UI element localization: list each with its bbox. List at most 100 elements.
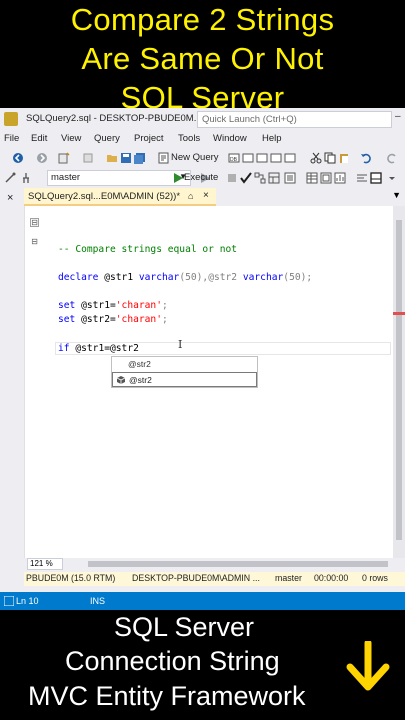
- svg-text:DB: DB: [230, 157, 238, 163]
- code-line-declare: declare @str1 varchar(50),@str2 varchar(…: [58, 272, 312, 283]
- footer-line-3: MVC Entity Framework: [28, 681, 306, 711]
- ssms-window: SQLQuery2.sql - DESKTOP-PBUDE0M... Quick…: [0, 108, 405, 610]
- set2-string: 'charan': [115, 314, 162, 325]
- menu-edit[interactable]: Edit: [31, 133, 47, 144]
- ssms-logo-icon: [4, 112, 18, 126]
- set1-string: 'charan': [115, 300, 162, 311]
- menu-help[interactable]: Help: [262, 133, 282, 144]
- open-folder-icon[interactable]: [106, 152, 118, 164]
- execute-icon[interactable]: [172, 172, 184, 184]
- menu-file[interactable]: File: [4, 133, 19, 144]
- paste-icon[interactable]: [338, 152, 350, 164]
- change-connection-icon[interactable]: [20, 172, 32, 184]
- status-line-number: Ln 10: [16, 596, 39, 606]
- tab-sqlquery2[interactable]: SQLQuery2.sql...E0M\ADMIN (52))* ⌂ ×: [24, 188, 216, 206]
- save-all-icon[interactable]: [134, 152, 146, 164]
- menu-bar: File Edit View Query Project Tools Windo…: [0, 130, 405, 148]
- estimated-plan-icon[interactable]: [254, 172, 266, 184]
- app-status-bar: Ln 10 INS: [0, 592, 405, 610]
- code-line-set-2: set @str2='charan';: [58, 314, 168, 325]
- database-select-value: master: [51, 172, 81, 183]
- status-insert-mode: INS: [90, 596, 106, 606]
- intellisense-popup: @str2 @str2: [111, 356, 258, 388]
- menu-project[interactable]: Project: [134, 133, 164, 144]
- include-plan-icon[interactable]: [320, 172, 332, 184]
- intellisense-item-selected[interactable]: @str2: [112, 372, 257, 387]
- status-server: PBUDE0M (15.0 RTM): [26, 573, 116, 583]
- arrow-down-icon: [346, 641, 390, 691]
- zoom-select[interactable]: 121 %: [27, 558, 63, 570]
- back-icon[interactable]: [12, 152, 24, 164]
- code-line-comment: -- Compare strings equal or not: [58, 244, 238, 255]
- set2-semicolon: ;: [161, 314, 168, 325]
- stop-icon[interactable]: [226, 172, 238, 184]
- keyword-set-2: set: [58, 314, 76, 325]
- status-row-count: 0 rows: [362, 573, 388, 583]
- mdx-query-icon[interactable]: [242, 152, 254, 164]
- database-engine-query-icon[interactable]: DB: [228, 152, 240, 164]
- status-database: master: [275, 573, 302, 583]
- copy-icon[interactable]: [324, 152, 336, 164]
- close-tab-icon[interactable]: ×: [203, 190, 209, 201]
- collapse-toggle-icon[interactable]: ⊟: [30, 218, 39, 227]
- new-query-button[interactable]: New Query: [171, 152, 219, 163]
- quick-launch-input[interactable]: Quick Launch (Ctrl+Q): [197, 111, 392, 128]
- comment-lines-icon[interactable]: [356, 172, 368, 184]
- declare-part-1: @str1: [98, 272, 139, 283]
- undo-icon[interactable]: [360, 152, 372, 164]
- results-to-text-icon[interactable]: [284, 172, 296, 184]
- save-icon[interactable]: [120, 152, 132, 164]
- database-select[interactable]: master ▼: [47, 170, 191, 186]
- vertical-scrollbar[interactable]: [393, 206, 405, 558]
- window-title: SQLQuery2.sql - DESKTOP-PBUDE0M...: [26, 113, 202, 124]
- toolbar-options-icon[interactable]: [4, 172, 16, 184]
- new-project-icon[interactable]: [58, 152, 70, 164]
- code-line-if: if @str1=@str2: [58, 343, 139, 354]
- intellisense-item[interactable]: @str2: [112, 357, 257, 372]
- sql-editor-toolbar: master ▼ Execute: [0, 168, 405, 188]
- query-status-bar: PBUDE0M (15.0 RTM) DESKTOP-PBUDE0M\ADMIN…: [24, 572, 405, 586]
- query-designer-icon[interactable]: [268, 172, 280, 184]
- keyword-set-1: set: [58, 300, 76, 311]
- pin-icon[interactable]: ⌂: [188, 191, 193, 201]
- editor-margin: ⊟ ⊟: [25, 206, 47, 558]
- document-tabs: SQLQuery2.sql...E0M\ADMIN (52))* ⌂ × ▼: [24, 188, 405, 206]
- scrollbar-change-marker: [393, 312, 405, 315]
- query-editor[interactable]: ⊟ ⊟ -- Compare strings equal or not decl…: [24, 206, 393, 558]
- new-query-icon[interactable]: [158, 152, 170, 164]
- horizontal-scroll-thumb[interactable]: [88, 561, 388, 567]
- footer-line-2: Connection String: [65, 646, 280, 676]
- toolbar-overflow-icon[interactable]: [386, 172, 398, 184]
- editor-bottom-bar: 121 %: [24, 558, 405, 570]
- client-stats-icon[interactable]: [334, 172, 346, 184]
- keyword-declare: declare: [58, 272, 99, 283]
- dmx-query-icon[interactable]: [256, 152, 268, 164]
- redo-icon[interactable]: [386, 152, 398, 164]
- title-bar: SQLQuery2.sql - DESKTOP-PBUDE0M... Quick…: [0, 108, 405, 130]
- tab-label: SQLQuery2.sql...E0M\ADMIN (52))*: [28, 191, 181, 202]
- ibeam-cursor-icon: I: [178, 338, 183, 351]
- menu-window[interactable]: Window: [213, 133, 247, 144]
- forward-icon[interactable]: [36, 152, 48, 164]
- menu-tools[interactable]: Tools: [178, 133, 200, 144]
- status-elapsed-time: 00:00:00: [314, 573, 349, 583]
- parse-check-icon[interactable]: [240, 172, 252, 184]
- results-pane-icon[interactable]: [370, 172, 382, 184]
- menu-query[interactable]: Query: [94, 133, 120, 144]
- dax-query-icon[interactable]: [284, 152, 296, 164]
- menu-view[interactable]: View: [61, 133, 81, 144]
- code-line-set-1: set @str1='charan';: [58, 300, 168, 311]
- window-minimize-button[interactable]: –: [395, 111, 403, 127]
- close-panel-icon[interactable]: ×: [7, 192, 13, 204]
- add-item-icon[interactable]: [82, 152, 94, 164]
- intellisense-item-label: @str2: [129, 375, 152, 385]
- results-to-grid-icon[interactable]: [306, 172, 318, 184]
- execute-button[interactable]: Execute: [184, 172, 218, 183]
- video-title-bottom: SQL Server Connection String MVC Entity …: [0, 610, 405, 720]
- tab-overflow-chevron-icon[interactable]: ▼: [392, 190, 401, 200]
- left-panel-gutter: ×: [0, 188, 24, 578]
- cut-icon[interactable]: [310, 152, 322, 164]
- vertical-scroll-thumb[interactable]: [396, 220, 402, 540]
- xmla-query-icon[interactable]: [270, 152, 282, 164]
- title-line-2: Are Same Or Not: [81, 41, 324, 76]
